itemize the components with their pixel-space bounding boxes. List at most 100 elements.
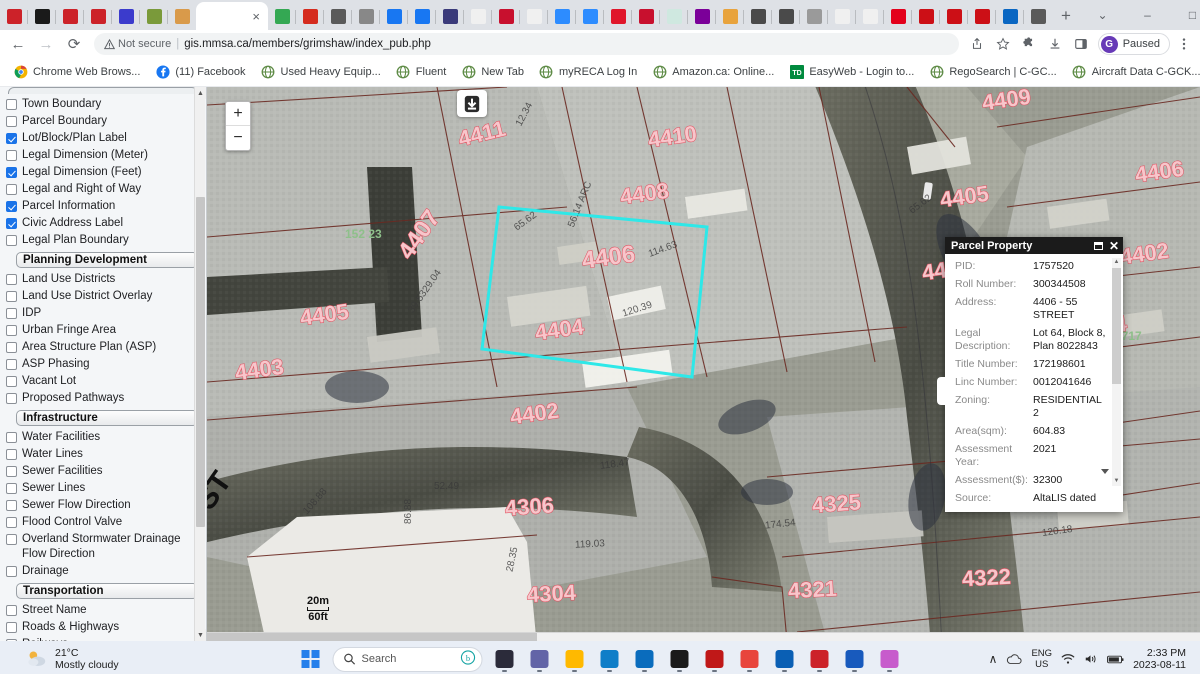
layer-row[interactable]: Overland Stormwater Drainage Flow Direct… [6, 531, 202, 563]
bookmark-item[interactable]: Fluent [389, 62, 454, 83]
mcafee-icon[interactable] [702, 646, 728, 672]
tab-canpost-1[interactable] [492, 3, 520, 30]
layer-checkbox[interactable] [6, 432, 17, 443]
bookmark-item[interactable]: TDEasyWeb - Login to... [782, 62, 921, 83]
three-dot-menu-icon[interactable] [1172, 32, 1196, 56]
side-panel-icon[interactable] [1069, 32, 1093, 56]
sidebar-scroll-thumb[interactable] [196, 197, 205, 527]
layer-checkbox[interactable] [6, 235, 17, 246]
popup-title-bar[interactable]: Parcel Property ✕ [945, 237, 1123, 254]
snipping-tool-icon[interactable] [877, 646, 903, 672]
layer-checkbox[interactable] [6, 218, 17, 229]
bookmark-item[interactable]: (11) Facebook [148, 62, 252, 83]
tab-globe-2[interactable] [1024, 3, 1052, 30]
tab-facebook-2[interactable] [408, 3, 436, 30]
speaker-icon[interactable] [1084, 653, 1098, 665]
edge-icon[interactable] [597, 646, 623, 672]
layer-row[interactable]: Land Use Districts [6, 271, 202, 288]
tab-opera-1[interactable] [912, 3, 940, 30]
layer-checkbox[interactable] [6, 622, 17, 633]
map-zoom-controls[interactable]: + − [225, 101, 251, 151]
back-button[interactable]: ← [4, 30, 32, 58]
layer-checkbox[interactable] [6, 291, 17, 302]
download-arrow-icon[interactable] [457, 90, 487, 117]
layer-checkbox[interactable] [6, 517, 17, 528]
layer-group-header[interactable]: Planning Development [16, 252, 198, 268]
popup-scrollbar[interactable]: ▲ ▼ [1112, 258, 1121, 486]
maximize-button[interactable]: □ [1170, 0, 1200, 30]
new-tab-button[interactable]: + [1052, 2, 1080, 30]
bookmark-item[interactable]: Chrome Web Brows... [6, 62, 147, 83]
layers-sidebar[interactable]: Town BoundaryParcel BoundaryLot/Block/Pl… [0, 87, 207, 641]
tab-send-icon[interactable] [112, 3, 140, 30]
bookmark-item[interactable]: RegoSearch | C-GC... [922, 62, 1063, 83]
layer-row[interactable]: Town Boundary [6, 96, 202, 113]
layer-checkbox[interactable] [6, 325, 17, 336]
layer-checkbox[interactable] [6, 116, 17, 127]
layer-row[interactable]: Civic Address Label› [6, 215, 202, 232]
star-icon[interactable] [991, 32, 1015, 56]
active-tab[interactable]: × [196, 2, 268, 30]
tab-zoom-1[interactable] [548, 3, 576, 30]
tab-opera-3[interactable] [968, 3, 996, 30]
layer-row[interactable]: Legal Dimension (Feet) [6, 164, 202, 181]
sidebar-scrollbar[interactable]: ▲ ▼ [194, 87, 205, 641]
tab-leaf[interactable] [140, 3, 168, 30]
bookmark-item[interactable]: New Tab [454, 62, 531, 83]
layer-checkbox[interactable] [6, 308, 17, 319]
layer-checkbox[interactable] [6, 483, 17, 494]
layer-checkbox[interactable] [6, 466, 17, 477]
tab-opera-2[interactable] [940, 3, 968, 30]
tab-linkedin[interactable] [996, 3, 1024, 30]
scroll-up-arrow[interactable]: ▲ [195, 87, 206, 99]
tab-dark-1[interactable] [28, 3, 56, 30]
tab-cube-1[interactable] [744, 3, 772, 30]
chrome-icon[interactable] [737, 646, 763, 672]
not-secure-indicator[interactable]: Not secure [104, 38, 171, 50]
close-icon[interactable]: ✕ [1109, 240, 1119, 252]
popup-scroll-up-arrow[interactable]: ▲ [1112, 258, 1121, 267]
tab-adobe-2[interactable] [56, 3, 84, 30]
windows-start-icon[interactable] [298, 646, 324, 672]
file-explorer-icon[interactable] [562, 646, 588, 672]
layer-checkbox[interactable] [6, 376, 17, 387]
tab-facebook-1[interactable] [380, 3, 408, 30]
layer-group-header[interactable]: Transportation [16, 583, 198, 599]
zoom-out-button[interactable]: − [226, 126, 250, 150]
tab-yahoo[interactable] [688, 3, 716, 30]
profile-chip[interactable]: G Paused [1098, 33, 1170, 55]
tab-doc[interactable] [800, 3, 828, 30]
layer-row[interactable]: Land Use District Overlay [6, 288, 202, 305]
layer-row[interactable]: Water Facilities [6, 429, 202, 446]
bing-copilot-icon[interactable]: b [461, 650, 476, 668]
layer-checkbox[interactable] [6, 500, 17, 511]
map-scroll-thumb[interactable] [207, 633, 537, 641]
layer-checkbox[interactable] [6, 274, 17, 285]
layer-checkbox[interactable] [6, 184, 17, 195]
layer-row[interactable]: Flood Control Valve [6, 514, 202, 531]
wifi-icon[interactable] [1061, 653, 1075, 665]
tab-canpost-2[interactable] [632, 3, 660, 30]
layer-row[interactable]: Roads & Highways [6, 619, 202, 636]
tab-search-button[interactable]: ⌄ [1080, 0, 1125, 30]
layer-row[interactable]: Parcel Boundary [6, 113, 202, 130]
tab-canada[interactable] [296, 3, 324, 30]
layer-row[interactable]: Legal Dimension (Meter) [6, 147, 202, 164]
language-indicator[interactable]: ENG US [1031, 648, 1052, 670]
layer-checkbox[interactable] [6, 133, 17, 144]
layer-row[interactable]: Lot/Block/Plan Label [6, 130, 202, 147]
layer-row[interactable]: Drainage [6, 563, 202, 580]
zoom-in-button[interactable]: + [226, 102, 250, 126]
tab-adobe-1[interactable] [0, 3, 28, 30]
layer-row[interactable]: Legal Plan Boundary [6, 232, 202, 249]
map-horizontal-scrollbar[interactable] [207, 632, 1200, 641]
reload-button[interactable]: ⟳ [60, 30, 88, 58]
layer-row[interactable]: ASP Phasing [6, 356, 202, 373]
tab-zoom-2[interactable] [576, 3, 604, 30]
layer-checkbox[interactable] [6, 167, 17, 178]
popup-scroll-down-arrow[interactable]: ▼ [1112, 477, 1121, 486]
layer-row[interactable]: Proposed Pathways [6, 390, 202, 407]
tab-loading[interactable] [168, 3, 196, 30]
close-tab-button[interactable]: × [252, 10, 260, 23]
source-dropdown-caret[interactable] [1101, 469, 1109, 474]
